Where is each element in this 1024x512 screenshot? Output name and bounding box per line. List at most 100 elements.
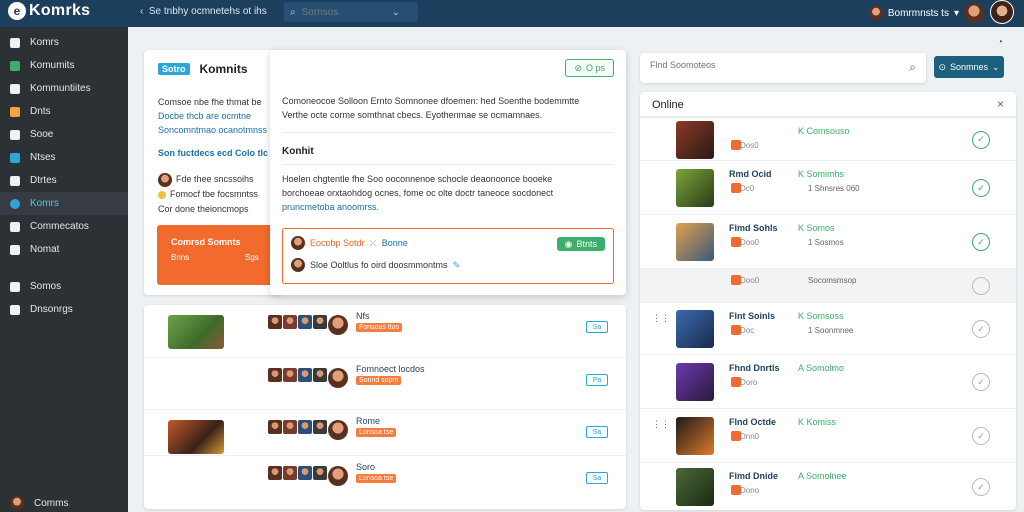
drag-handle-icon[interactable]: ⋮⋮ [652,419,670,430]
sidebar-item[interactable]: Somos [0,275,128,298]
friend-name[interactable]: Flmd Sohls [729,223,778,233]
sidebar-item[interactable]: Komrs [0,31,128,54]
nav-icon [10,60,20,71]
feed-title[interactable]: Rome [356,416,380,426]
friend-action-icon[interactable]: ✓ [972,320,990,338]
game-thumbnail[interactable] [168,420,224,454]
sidebar-item[interactable]: Komrs [0,192,128,215]
game-thumbnail[interactable] [168,315,224,349]
sidebar-item[interactable]: Kommuntiites [0,77,128,100]
close-icon[interactable]: × [997,97,1004,111]
avatar[interactable] [328,466,348,486]
friend-action-icon[interactable]: ✓ [972,478,990,496]
popup-line: Verthe octe corme somthnat cbecs. Eyothe… [282,110,543,120]
promo-title: Comrsd Somnts [171,237,241,247]
feed-row[interactable]: Soro Lonsoa tse Sa [144,455,626,509]
sidebar-item[interactable]: Komumits [0,54,128,77]
sidebar-item[interactable]: Sooe [0,123,128,146]
friend-name[interactable]: Flnt Soinls [729,311,775,321]
logo-icon: e [8,2,26,20]
friend-name[interactable]: Rmd Ocid [729,169,772,179]
sidebar-item-label: Dnts [30,106,51,117]
member-avatar [283,420,297,434]
friend-thumbnail[interactable] [676,169,714,207]
sidebar-item[interactable]: Dnts [0,100,128,123]
avatar-group [268,420,328,437]
friend-action-icon[interactable]: ✓ [972,130,990,149]
friend-thumbnail[interactable] [676,223,714,261]
friend-row[interactable]: ⋮⋮ Flnt Soinls Doc K Somsoss 1 Soonmnee ✓ [640,302,1016,354]
feed-row[interactable]: Nfs Fonsoas ttos Sa [144,305,626,357]
feed-title[interactable]: Fomnoect locdos [356,364,425,374]
feed-title[interactable]: Soro [356,462,375,472]
avatar[interactable] [328,368,348,388]
friend-status: K Comsouso [798,126,850,136]
attachment-link[interactable]: Bonne [382,238,408,248]
friend-action-icon[interactable]: ✓ [972,427,990,445]
friend-thumbnail[interactable] [676,468,714,506]
breadcrumb[interactable]: ‹ Se tnbhy ocmnetehs ot ihs [140,6,267,17]
sidebar-item-label: Komrs [30,37,59,48]
member-avatar [283,315,297,329]
feed-row[interactable]: Rome Lonsoa tse Sa [144,409,626,461]
friend-action-icon[interactable]: ✓ [972,179,990,197]
feed-action-button[interactable]: Sa [586,472,608,484]
top-search[interactable]: ⌕ ⌄ [284,2,418,22]
profile-avatar[interactable] [990,0,1014,24]
sidebar-footer[interactable]: Comms [10,496,68,510]
sidebar-item[interactable]: Ntses [0,146,128,169]
avatar[interactable] [328,420,348,440]
chevron-down-icon[interactable]: ⌄ [392,7,400,18]
settings-icon[interactable]: ◔ [997,37,1003,48]
friend-subtitle: Dos0 [740,141,759,150]
card-link[interactable]: Son fuctdecs ecd Colo tlc [158,148,268,158]
friend-row[interactable]: Fhnd Dnrtls Doro A Somolmo ✓ [640,354,1016,408]
sidebar-item[interactable]: Commecatos [0,215,128,238]
feed-action-button[interactable]: Sa [586,426,608,438]
search-icon[interactable]: ⌕ [909,60,916,75]
friend-subtitle: Doo0 [740,276,760,285]
sidebar-item[interactable]: Dnsonrgs [0,298,128,321]
friend-row[interactable]: Flmd Dnide Dono A Somolnee ✓ [640,462,1016,510]
friend-action-icon[interactable]: ✓ [972,233,990,251]
popup-line: Comoneocoe Solloon Ernto Somnonee dfoeme… [282,96,580,106]
feed-action-button[interactable]: Pa [586,374,608,386]
sidebar-item[interactable]: Nomat [0,238,128,261]
member-avatar [283,368,297,382]
status-button[interactable]: ⊘ O ps [565,59,614,77]
app-logo[interactable]: e Komrks [8,2,90,20]
sidebar-item-label: Somos [30,281,62,292]
friend-thumbnail[interactable] [676,417,714,455]
friend-row[interactable]: Doo0 Socomsmsop [640,268,1016,302]
avatar[interactable] [964,3,984,23]
user-menu[interactable]: Bomrmnsts ts ▾ [868,3,984,23]
divider [282,164,614,165]
attachment-title: Eocobp Sotdr [310,238,365,248]
friend-search-input[interactable] [650,60,890,70]
friend-name[interactable]: Flmd Dnide [729,471,778,481]
search-input[interactable] [301,6,386,18]
filter-dropdown[interactable]: ⊙ Sonmnes ⌄ [934,56,1004,78]
avatar-group [268,466,328,483]
feed-row[interactable]: Fomnoect locdos Sonnd sopm Pa [144,357,626,409]
friend-row[interactable]: Dos0 K Comsouso ✓ [640,117,1016,160]
attachment-badge[interactable]: ◉ Btnts [556,237,605,251]
sidebar-item[interactable]: Dtrtes [0,169,128,192]
drag-handle-icon[interactable]: ⋮⋮ [652,313,670,324]
check-circle-icon: ◉ [564,238,573,249]
friend-thumbnail[interactable] [676,363,714,401]
friend-name[interactable]: Flnd Octde [729,417,776,427]
friend-row[interactable]: Rmd Ocid Dc0 K Somimhs 1 Shnsres 060 ✓ [640,160,1016,214]
feed-title[interactable]: Nfs [356,311,370,321]
promo-banner[interactable]: Comrsd Somnts Bnns Sgs [157,225,277,285]
avatar[interactable] [328,315,348,335]
friend-thumbnail[interactable] [676,310,714,348]
friend-name[interactable]: Fhnd Dnrtls [729,363,780,373]
friend-action-icon[interactable] [972,277,990,295]
feed-action-button[interactable]: Sa [586,321,608,333]
friend-row[interactable]: Flmd Sohls Doo0 K Somos 1 Sosmos ✓ [640,214,1016,268]
friend-row[interactable]: ⋮⋮ Flnd Octde Dnn0 K Komiss ✓ [640,408,1016,462]
friend-action-icon[interactable]: ✓ [972,373,990,391]
friend-thumbnail[interactable] [676,120,714,159]
sidebar-item-label: Nomat [30,244,60,255]
